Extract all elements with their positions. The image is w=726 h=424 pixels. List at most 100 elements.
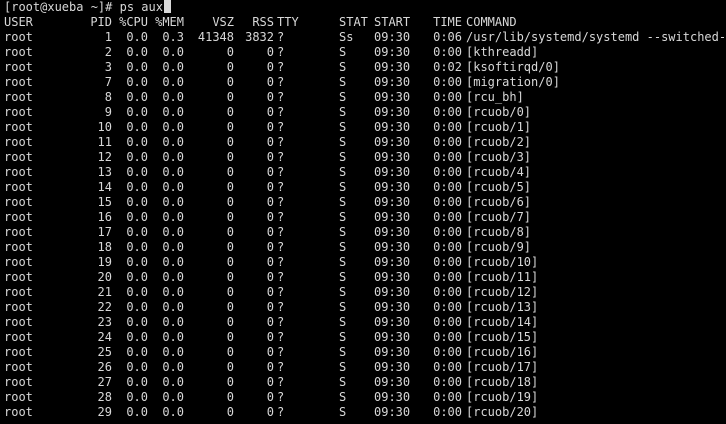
process-start: 09:30 bbox=[374, 225, 411, 239]
process-mem: 0.0 bbox=[162, 330, 184, 344]
process-pid: 8 bbox=[104, 90, 112, 104]
process-vsz: 0 bbox=[226, 225, 234, 239]
process-mem: 0.0 bbox=[162, 120, 184, 134]
process-user: root bbox=[4, 240, 33, 254]
text-cursor bbox=[163, 0, 171, 13]
process-tty: ? bbox=[277, 180, 285, 194]
process-stat: S bbox=[339, 105, 347, 119]
process-vsz: 0 bbox=[226, 150, 234, 164]
process-rss: 0 bbox=[266, 240, 274, 254]
process-tty: ? bbox=[277, 210, 285, 224]
process-stat: Ss bbox=[339, 30, 354, 44]
process-start: 09:30 bbox=[374, 105, 411, 119]
process-pid: 12 bbox=[97, 150, 112, 164]
process-rss: 0 bbox=[266, 90, 274, 104]
process-time: 0:00 bbox=[433, 150, 462, 164]
prompt-line[interactable]: [root@xueba ~]# ps aux bbox=[4, 0, 171, 15]
process-time: 0:06 bbox=[433, 30, 462, 44]
process-stat: S bbox=[339, 255, 347, 269]
process-tty: ? bbox=[277, 255, 285, 269]
process-cpu: 0.0 bbox=[126, 105, 148, 119]
process-stat: S bbox=[339, 135, 347, 149]
process-mem: 0.0 bbox=[162, 225, 184, 239]
process-cpu: 0.0 bbox=[126, 240, 148, 254]
process-stat: S bbox=[339, 375, 347, 389]
process-start: 09:30 bbox=[374, 210, 411, 224]
terminal-window[interactable]: [root@xueba ~]# ps aux USER PID %CPU %MEM VS… bbox=[0, 0, 726, 424]
process-tty: ? bbox=[277, 405, 285, 419]
process-user: root bbox=[4, 330, 33, 344]
process-vsz: 0 bbox=[226, 240, 234, 254]
process-user: root bbox=[4, 345, 33, 359]
process-user: root bbox=[4, 375, 33, 389]
process-cpu: 0.0 bbox=[126, 195, 148, 209]
process-pid: 14 bbox=[97, 180, 112, 194]
process-pid: 10 bbox=[97, 120, 112, 134]
process-start: 09:30 bbox=[374, 60, 411, 74]
process-time: 0:00 bbox=[433, 165, 462, 179]
process-pid: 24 bbox=[97, 330, 112, 344]
process-cpu: 0.0 bbox=[126, 345, 148, 359]
process-tty: ? bbox=[277, 285, 285, 299]
header-cpu: %CPU bbox=[119, 15, 148, 29]
process-mem: 0.0 bbox=[162, 405, 184, 419]
process-tty: ? bbox=[277, 195, 285, 209]
process-vsz: 0 bbox=[226, 105, 234, 119]
process-vsz: 0 bbox=[226, 75, 234, 89]
process-time: 0:02 bbox=[433, 60, 462, 74]
process-vsz: 0 bbox=[226, 300, 234, 314]
process-time: 0:00 bbox=[433, 375, 462, 389]
process-rss: 0 bbox=[266, 135, 274, 149]
process-time: 0:00 bbox=[433, 300, 462, 314]
process-start: 09:30 bbox=[374, 375, 411, 389]
process-stat: S bbox=[339, 315, 347, 329]
process-rss: 0 bbox=[266, 120, 274, 134]
process-command: /usr/lib/systemd/systemd --switched-r bbox=[466, 30, 726, 44]
process-mem: 0.0 bbox=[162, 345, 184, 359]
process-stat: S bbox=[339, 120, 347, 134]
process-tty: ? bbox=[277, 150, 285, 164]
process-tty: ? bbox=[277, 165, 285, 179]
process-command: [rcuob/4] bbox=[466, 165, 532, 179]
process-mem: 0.0 bbox=[162, 75, 184, 89]
process-start: 09:30 bbox=[374, 390, 411, 404]
process-stat: S bbox=[339, 240, 347, 254]
process-start: 09:30 bbox=[374, 180, 411, 194]
process-mem: 0.0 bbox=[162, 210, 184, 224]
process-rss: 0 bbox=[266, 60, 274, 74]
process-time: 0:00 bbox=[433, 180, 462, 194]
process-command: [migration/0] bbox=[466, 75, 560, 89]
process-pid: 19 bbox=[97, 255, 112, 269]
process-time: 0:00 bbox=[433, 135, 462, 149]
process-cpu: 0.0 bbox=[126, 60, 148, 74]
process-stat: S bbox=[339, 75, 347, 89]
process-cpu: 0.0 bbox=[126, 150, 148, 164]
process-cpu: 0.0 bbox=[126, 165, 148, 179]
process-stat: S bbox=[339, 345, 347, 359]
process-vsz: 0 bbox=[226, 180, 234, 194]
process-tty: ? bbox=[277, 30, 285, 44]
process-tty: ? bbox=[277, 45, 285, 59]
process-pid: 11 bbox=[97, 135, 112, 149]
process-pid: 16 bbox=[97, 210, 112, 224]
process-vsz: 41348 bbox=[197, 30, 234, 44]
shell-command: ps aux bbox=[119, 0, 163, 14]
process-vsz: 0 bbox=[226, 255, 234, 269]
process-tty: ? bbox=[277, 120, 285, 134]
process-cpu: 0.0 bbox=[126, 135, 148, 149]
process-user: root bbox=[4, 135, 33, 149]
process-cpu: 0.0 bbox=[126, 330, 148, 344]
process-rss: 0 bbox=[266, 300, 274, 314]
process-vsz: 0 bbox=[226, 90, 234, 104]
process-pid: 28 bbox=[97, 390, 112, 404]
process-command: [rcuob/18] bbox=[466, 375, 539, 389]
process-mem: 0.0 bbox=[162, 315, 184, 329]
process-rss: 0 bbox=[266, 375, 274, 389]
process-time: 0:00 bbox=[433, 360, 462, 374]
process-pid: 20 bbox=[97, 270, 112, 284]
process-stat: S bbox=[339, 90, 347, 104]
process-command: [rcuob/9] bbox=[466, 240, 532, 254]
process-start: 09:30 bbox=[374, 345, 411, 359]
process-tty: ? bbox=[277, 300, 285, 314]
process-stat: S bbox=[339, 285, 347, 299]
